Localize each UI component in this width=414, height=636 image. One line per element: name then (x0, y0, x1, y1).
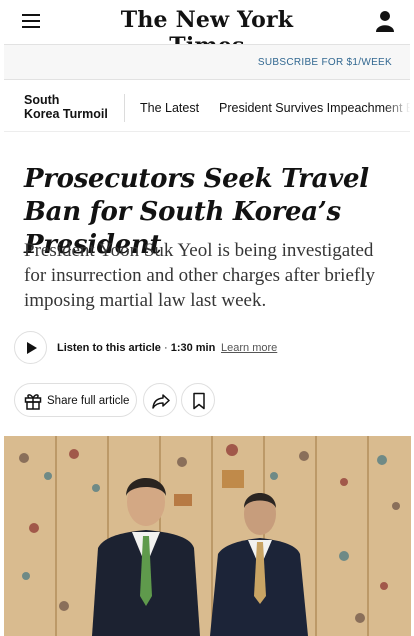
share-button[interactable] (143, 383, 177, 417)
save-bookmark-button[interactable] (181, 383, 215, 417)
masthead-link[interactable]: The New York Times (80, 0, 334, 59)
learn-more-link[interactable]: Learn more (221, 342, 277, 354)
play-icon[interactable] (14, 331, 47, 364)
article-lead-photo (4, 436, 411, 636)
user-account-icon[interactable] (376, 10, 394, 32)
section-name-link[interactable]: South Korea Turmoil (24, 93, 108, 121)
top-bar: The New York Times (0, 0, 414, 59)
subscribe-link[interactable]: SUBSCRIBE FOR $1/WEEK (258, 57, 392, 68)
audio-title: Listen to this article (57, 342, 161, 354)
hamburger-menu-icon[interactable] (22, 14, 40, 28)
nav-divider (124, 94, 125, 122)
section-name-line1: South (24, 93, 60, 107)
nav-link-the-latest[interactable]: The Latest (140, 101, 199, 115)
subscribe-banner: SUBSCRIBE FOR $1/WEEK (4, 44, 410, 80)
nav-fade (384, 82, 410, 131)
share-full-article-label: Share full article (47, 395, 130, 407)
share-arrow-icon (152, 394, 170, 409)
section-nav: South Korea Turmoil The Latest President… (4, 82, 410, 132)
gift-icon (24, 394, 42, 410)
section-name-line2: Korea Turmoil (24, 107, 108, 121)
lead-photo-illustration (4, 436, 411, 636)
article-summary: President Yoon Suk Yeol is being investi… (24, 240, 375, 311)
bookmark-icon (193, 392, 205, 410)
audio-separator: · (160, 342, 171, 354)
audio-duration: 1:30 min (170, 342, 216, 354)
audio-label: Listen to this article · 1:30 min (57, 342, 215, 354)
share-full-article-button[interactable]: Share full article (14, 383, 137, 417)
nav-link-impeachment[interactable]: President Survives Impeachment B (219, 101, 410, 115)
